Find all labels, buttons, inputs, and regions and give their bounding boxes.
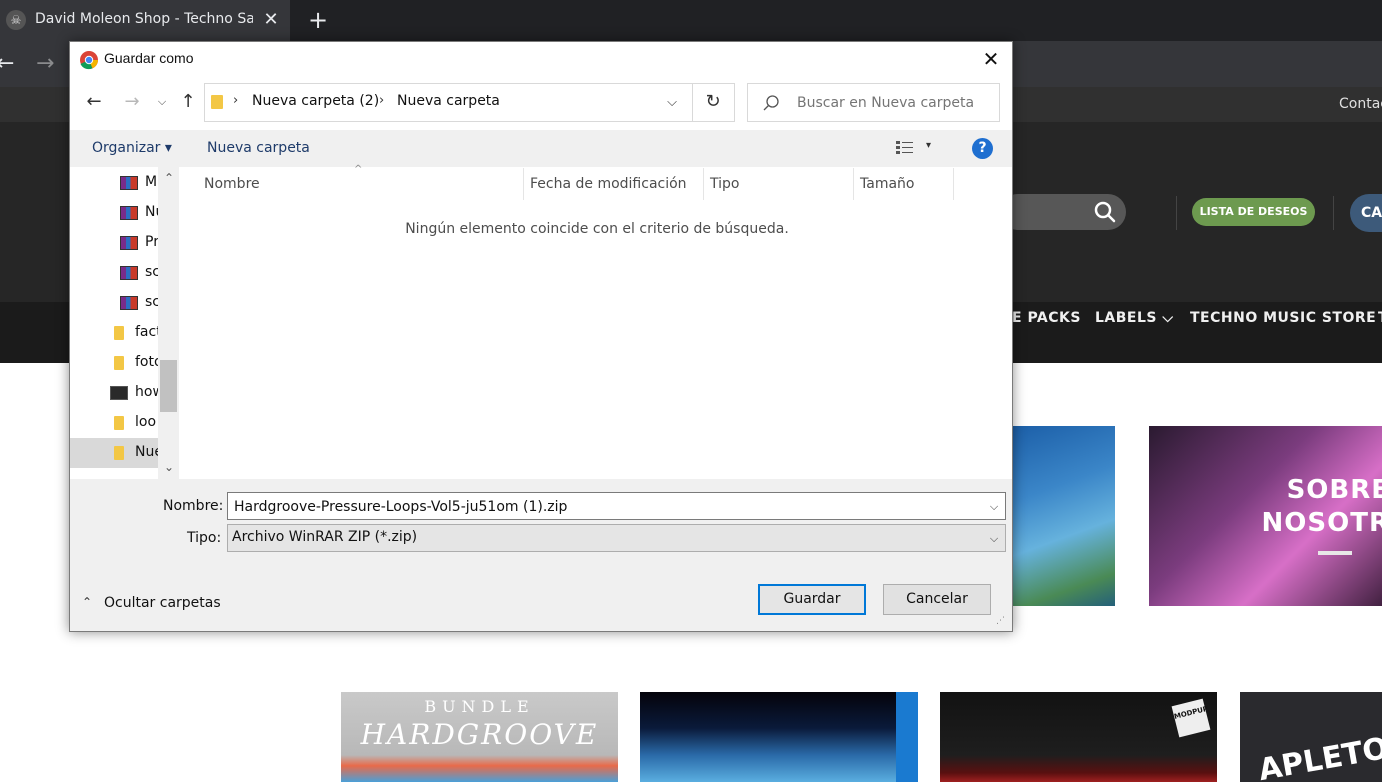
column-divider[interactable] xyxy=(523,168,524,200)
filetype-label: Tipo: xyxy=(187,530,222,546)
view-dropdown-icon[interactable]: ▾ xyxy=(926,140,931,151)
chevron-down-icon[interactable]: ⌵ xyxy=(985,529,1003,549)
folder-icon xyxy=(114,356,124,370)
cart-button[interactable]: CA xyxy=(1350,194,1382,232)
nav-pane-item[interactable]: Nu xyxy=(70,198,164,228)
nav-pane-item[interactable]: M xyxy=(70,168,158,198)
tab-title: David Moleon Shop - Techno San xyxy=(35,11,253,27)
product-title: HARDGROOVE xyxy=(360,718,599,751)
breadcrumb-separator-icon[interactable]: › xyxy=(233,93,238,108)
site-favicon-icon: ☠ xyxy=(6,10,26,30)
product-card[interactable] xyxy=(640,692,918,782)
app-icon xyxy=(110,386,128,400)
filename-label: Nombre: xyxy=(163,498,224,514)
resize-grip-icon[interactable]: ⋰ xyxy=(996,616,1008,628)
winrar-icon xyxy=(120,206,138,220)
filename-input[interactable] xyxy=(234,497,974,517)
refresh-icon[interactable]: ↻ xyxy=(701,90,725,114)
column-header-size[interactable]: Tamaño xyxy=(860,176,914,192)
winrar-icon xyxy=(120,296,138,310)
folder-icon xyxy=(114,326,124,340)
breadcrumb-item[interactable]: Nueva carpeta xyxy=(397,93,500,109)
nav-pane-label: M xyxy=(145,174,158,190)
chevron-up-icon[interactable]: ⌃ xyxy=(82,595,96,613)
browser-back-button[interactable]: ← xyxy=(0,50,20,78)
column-divider[interactable] xyxy=(853,168,854,200)
empty-results-message: Ningún elemento coincide con el criterio… xyxy=(405,221,789,237)
column-header-date[interactable]: Fecha de modificación xyxy=(530,176,687,192)
nav-item-packs[interactable]: E PACKS xyxy=(1012,310,1081,328)
close-icon[interactable]: ✕ xyxy=(978,46,1004,72)
promo-image[interactable] xyxy=(1012,426,1115,606)
column-header-name[interactable]: Nombre xyxy=(204,176,260,192)
nav-pane-item[interactable]: how xyxy=(70,378,164,408)
scroll-down-icon[interactable]: ⌄ xyxy=(160,459,178,475)
dialog-titlebar[interactable] xyxy=(70,42,1012,78)
save-button[interactable]: Guardar xyxy=(758,584,866,615)
nav-pane-item[interactable]: sc xyxy=(70,258,160,288)
chevron-down-icon[interactable]: ⌵ xyxy=(662,92,682,114)
about-us-heading: SOBRE NOSOTR xyxy=(1261,475,1382,538)
nav-pane-item[interactable]: loo xyxy=(70,408,158,438)
scroll-up-icon[interactable]: ⌃ xyxy=(160,170,178,186)
help-icon[interactable]: ? xyxy=(972,138,993,159)
nav-scrollbar[interactable] xyxy=(158,167,179,479)
nav-pane-item[interactable]: fact xyxy=(70,318,162,348)
view-options-icon[interactable] xyxy=(895,139,915,157)
search-icon xyxy=(763,95,779,111)
column-header-type[interactable]: Tipo xyxy=(710,176,739,192)
column-divider[interactable] xyxy=(953,168,954,200)
wishlist-button[interactable]: LISTA DE DESEOS xyxy=(1192,198,1315,226)
column-divider[interactable] xyxy=(703,168,704,200)
site-contact-link[interactable]: Contac xyxy=(1339,96,1382,112)
product-stripe xyxy=(896,692,918,782)
browser-forward-button[interactable]: → xyxy=(36,50,60,78)
breadcrumb-separator-icon[interactable]: › xyxy=(379,93,384,108)
organize-menu[interactable]: Organizar ▾ xyxy=(92,140,172,156)
folder-icon xyxy=(114,446,124,460)
folder-icon xyxy=(211,95,223,109)
nav-item-more[interactable]: T xyxy=(1378,310,1382,328)
breadcrumb-item[interactable]: Nueva carpeta (2) xyxy=(252,93,379,109)
nav-item-techno-music-store[interactable]: TECHNO MUSIC STORE xyxy=(1190,310,1376,328)
header-divider xyxy=(1176,196,1177,230)
back-arrow-icon[interactable]: ← xyxy=(82,90,106,114)
nav-pane-item[interactable]: foto xyxy=(70,348,163,378)
dialog-title: Guardar como xyxy=(104,50,194,66)
winrar-icon xyxy=(120,266,138,280)
winrar-icon xyxy=(120,236,138,250)
header-divider xyxy=(1333,196,1334,230)
scrollbar-thumb[interactable] xyxy=(160,360,177,412)
banner-underline xyxy=(1318,551,1352,555)
chevron-down-icon[interactable]: ⌵ xyxy=(985,497,1003,517)
winrar-icon xyxy=(120,176,138,190)
up-arrow-icon[interactable]: ↑ xyxy=(177,90,199,114)
new-folder-button[interactable]: Nueva carpeta xyxy=(207,140,310,156)
product-caption: BUNDLE xyxy=(424,697,535,716)
cancel-button[interactable]: Cancelar xyxy=(883,584,991,615)
nav-pane-item[interactable]: Nue xyxy=(70,438,163,468)
filetype-value: Archivo WinRAR ZIP (*.zip) xyxy=(232,529,418,545)
address-divider xyxy=(692,83,693,122)
recent-locations-icon[interactable]: ⌵ xyxy=(154,92,170,112)
nav-pane-label: loo xyxy=(135,414,157,430)
nav-item-labels[interactable]: LABELS ⌵ xyxy=(1095,310,1173,328)
nav-pane-item[interactable]: sc xyxy=(70,288,160,318)
nav-pane-item[interactable]: Pr xyxy=(70,228,159,258)
tab-close-icon[interactable]: ✕ xyxy=(262,8,280,32)
nav-pane-label: Pr xyxy=(145,234,159,250)
forward-arrow-icon[interactable]: → xyxy=(120,90,144,114)
hide-folders-button[interactable]: Ocultar carpetas xyxy=(104,595,221,611)
file-list-pane xyxy=(179,167,1012,479)
chrome-icon xyxy=(80,51,98,70)
new-tab-button[interactable]: + xyxy=(306,6,330,34)
search-icon[interactable] xyxy=(1093,200,1117,224)
search-input[interactable] xyxy=(797,93,993,113)
sort-arrow-icon: ^ xyxy=(354,164,363,175)
folder-icon xyxy=(114,416,124,430)
